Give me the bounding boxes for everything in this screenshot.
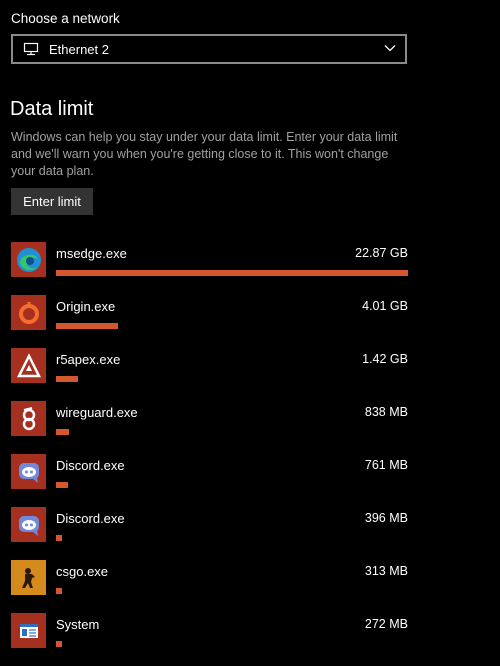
discord-icon <box>11 507 46 542</box>
network-selected-value: Ethernet 2 <box>49 41 109 57</box>
chevron-down-icon <box>383 41 397 55</box>
usage-bar <box>56 270 408 276</box>
app-name: wireguard.exe <box>56 405 138 420</box>
system-icon <box>11 613 46 648</box>
apex-icon <box>11 348 46 383</box>
app-row[interactable]: wireguard.exe 838 MB <box>11 401 408 454</box>
edge-icon <box>11 242 46 277</box>
app-row[interactable]: Discord.exe 396 MB <box>11 507 408 560</box>
usage-bar-fill <box>56 270 408 276</box>
app-usage-size: 4.01 GB <box>362 299 408 313</box>
csgo-icon <box>11 560 46 595</box>
usage-bar <box>56 535 408 541</box>
usage-bar <box>56 482 408 488</box>
usage-bar <box>56 429 408 435</box>
origin-icon <box>11 295 46 330</box>
app-usage-size: 396 MB <box>364 511 408 525</box>
app-name: csgo.exe <box>56 564 109 579</box>
usage-bar-fill <box>56 535 62 541</box>
app-row[interactable]: r5apex.exe 1.42 GB <box>11 348 408 401</box>
app-usage-size: 838 MB <box>364 405 408 419</box>
app-name: Origin.exe <box>56 299 116 314</box>
app-usage-size: 22.87 GB <box>355 246 408 260</box>
data-limit-title: Data limit <box>10 98 94 120</box>
usage-bar-fill <box>56 641 62 647</box>
app-row[interactable]: Origin.exe 4.01 GB <box>11 295 408 348</box>
usage-bar-fill <box>56 323 118 329</box>
app-usage-size: 761 MB <box>364 458 408 472</box>
app-row[interactable]: Discord.exe 761 MB <box>11 454 408 507</box>
app-name: Discord.exe <box>56 458 125 473</box>
wireguard-icon <box>11 401 46 436</box>
app-usage-size: 313 MB <box>364 564 408 578</box>
enter-limit-button[interactable]: Enter limit <box>11 188 93 215</box>
app-row[interactable]: msedge.exe 22.87 GB <box>11 242 408 295</box>
app-name: System <box>56 617 100 632</box>
app-usage-list: msedge.exe 22.87 GB Origin.exe 4.01 GB r… <box>11 242 408 666</box>
app-row[interactable]: System 272 MB <box>11 613 408 666</box>
network-dropdown[interactable]: Ethernet 2 <box>11 34 407 64</box>
app-name: msedge.exe <box>56 246 127 261</box>
usage-bar <box>56 641 408 647</box>
app-usage-size: 272 MB <box>364 617 408 631</box>
usage-bar-fill <box>56 482 68 488</box>
discord-icon <box>11 454 46 489</box>
usage-bar <box>56 323 408 329</box>
ethernet-icon <box>23 42 39 56</box>
usage-bar-fill <box>56 429 69 435</box>
usage-bar-fill <box>56 376 78 382</box>
usage-bar <box>56 376 408 382</box>
app-usage-size: 1.42 GB <box>362 352 408 366</box>
app-row[interactable]: csgo.exe 313 MB <box>11 560 408 613</box>
app-name: Discord.exe <box>56 511 125 526</box>
data-limit-description: Windows can help you stay under your dat… <box>11 130 398 178</box>
usage-bar-fill <box>56 588 62 594</box>
choose-network-label: Choose a network <box>11 11 120 26</box>
usage-bar <box>56 588 408 594</box>
app-name: r5apex.exe <box>56 352 121 367</box>
